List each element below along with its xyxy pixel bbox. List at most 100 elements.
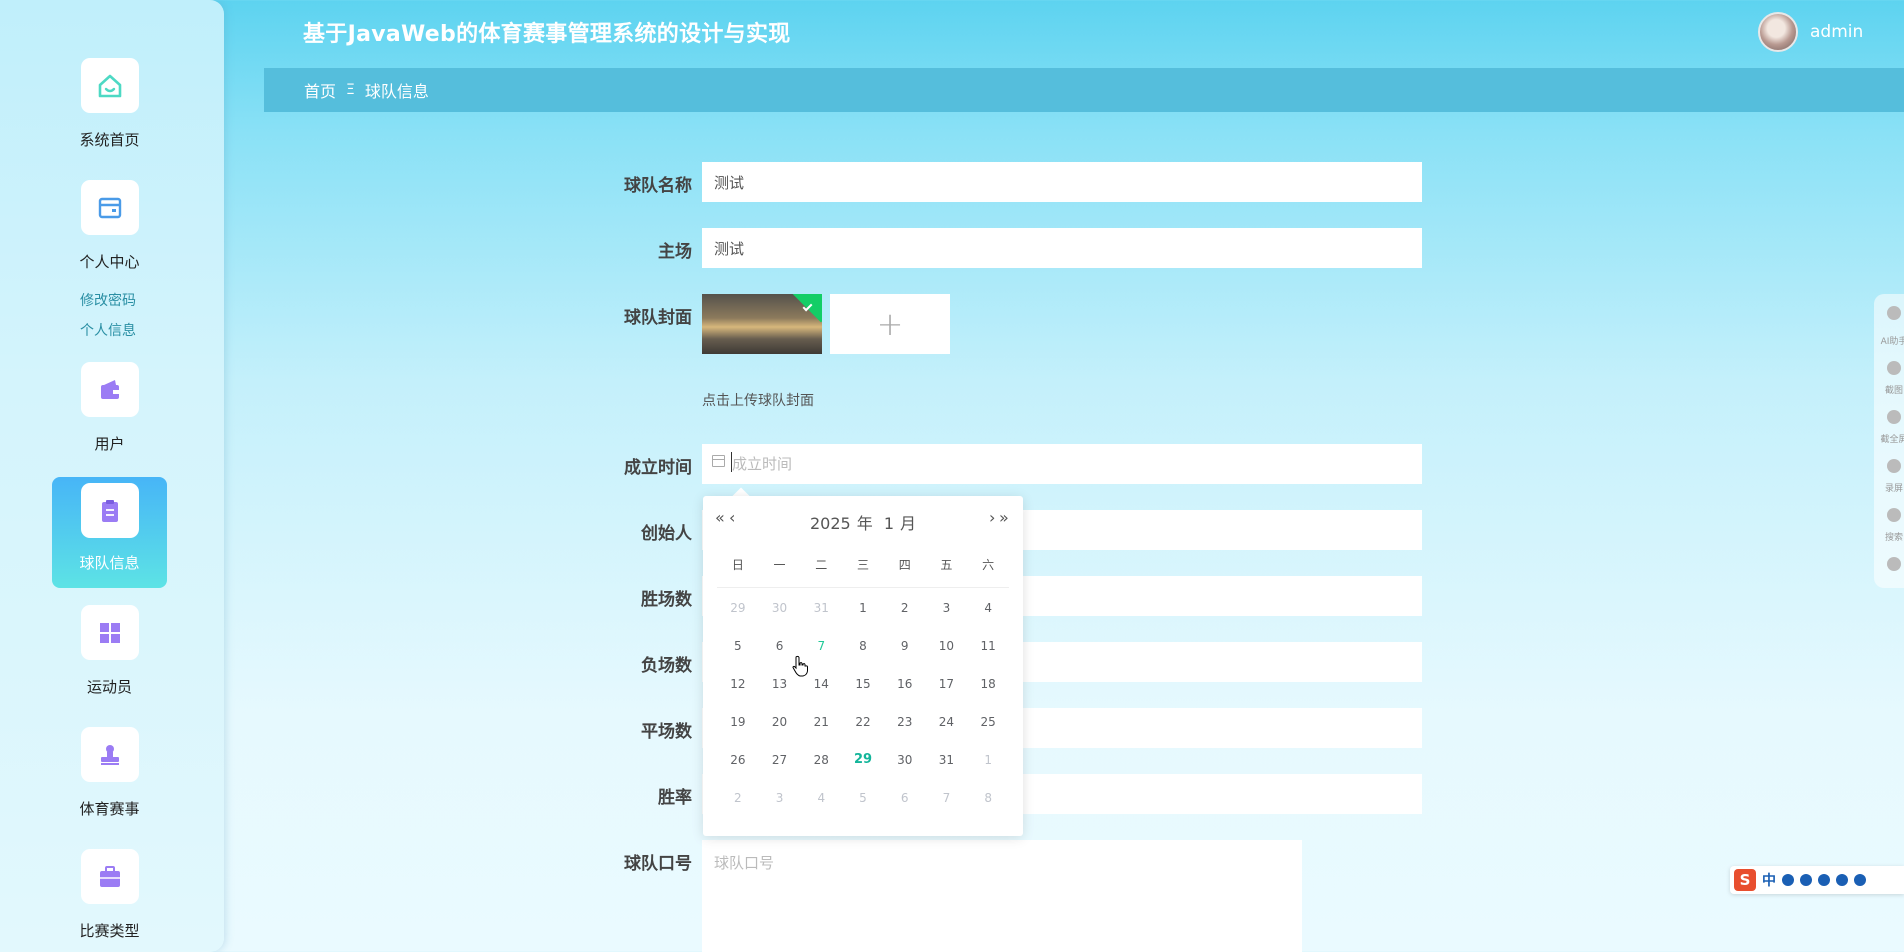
- settings-icon[interactable]: [1887, 557, 1901, 571]
- datepicker-month[interactable]: 1: [884, 514, 894, 533]
- calendar-day[interactable]: 19: [717, 711, 759, 749]
- calendar-day[interactable]: 13: [759, 673, 801, 711]
- search-icon[interactable]: [1887, 508, 1901, 522]
- calendar-day[interactable]: 21: [800, 711, 842, 749]
- card-icon-box: [80, 180, 139, 235]
- ft-label-screenshot[interactable]: 截图: [1885, 383, 1903, 396]
- prev-month-button[interactable]: ‹: [729, 508, 736, 527]
- datepicker-title: 2025 年 1月: [703, 510, 1023, 534]
- camera-icon[interactable]: [1887, 361, 1901, 375]
- calendar-day[interactable]: 1: [842, 597, 884, 635]
- sidebar-item-users[interactable]: 用户: [52, 356, 167, 454]
- wallet-icon-box: [80, 362, 139, 417]
- monitor-icon[interactable]: [1887, 410, 1901, 424]
- calendar-day[interactable]: 12: [717, 673, 759, 711]
- calendar-day[interactable]: 3: [926, 597, 968, 635]
- username[interactable]: admin: [1810, 22, 1863, 42]
- calendar-day[interactable]: 23: [884, 711, 926, 749]
- sidebar-item-team-info[interactable]: 球队信息: [52, 477, 167, 588]
- calendar-day[interactable]: 8: [842, 635, 884, 673]
- calendar-day[interactable]: 16: [884, 673, 926, 711]
- team-cover-label: 球队封面: [624, 308, 692, 328]
- calendar-day[interactable]: 22: [842, 711, 884, 749]
- personal-info-link[interactable]: 个人信息: [80, 320, 136, 340]
- calendar-day[interactable]: 28: [800, 749, 842, 787]
- ft-label-search[interactable]: 搜索: [1885, 530, 1903, 543]
- sidebar-item-athletes[interactable]: 运动员: [52, 599, 167, 697]
- calendar-day[interactable]: 30: [759, 597, 801, 635]
- calendar-day[interactable]: 25: [967, 711, 1009, 749]
- wallet-icon: [100, 379, 119, 399]
- sidebar-item-profile[interactable]: 个人中心: [52, 174, 167, 272]
- calendar-day[interactable]: 20: [759, 711, 801, 749]
- calendar-day[interactable]: 11: [967, 635, 1009, 673]
- calendar-day[interactable]: 30: [884, 749, 926, 787]
- ft-label-ai[interactable]: AI助手: [1881, 334, 1904, 347]
- punctuation-icon[interactable]: [1800, 874, 1812, 886]
- upload-cover-button[interactable]: +: [830, 294, 950, 354]
- team-name-input[interactable]: [702, 162, 1422, 202]
- record-icon[interactable]: [1887, 459, 1901, 473]
- heart-icon[interactable]: [1887, 306, 1901, 320]
- calendar-day[interactable]: 14: [800, 673, 842, 711]
- next-year-button[interactable]: »: [999, 508, 1009, 527]
- calendar-day[interactable]: 2: [717, 787, 759, 825]
- team-cover-thumbnail[interactable]: [702, 294, 822, 354]
- calendar-day[interactable]: 1: [967, 749, 1009, 787]
- draws-label: 平场数: [641, 722, 692, 742]
- weekday-header: 二: [815, 558, 828, 572]
- calendar-day[interactable]: 31: [926, 749, 968, 787]
- sidebar-item-home[interactable]: 系统首页: [52, 52, 167, 150]
- weekday-header: 日: [731, 558, 744, 572]
- sidebar-item-match-types[interactable]: 比赛类型: [52, 843, 167, 941]
- app-title: 基于JavaWeb的体育赛事管理系统的设计与实现: [303, 22, 791, 47]
- calendar-day[interactable]: 17: [926, 673, 968, 711]
- calendar-day[interactable]: 31: [800, 597, 842, 635]
- founded-date-input[interactable]: [702, 444, 1422, 484]
- calendar-day[interactable]: 4: [800, 787, 842, 825]
- datepicker-year[interactable]: 2025: [810, 514, 851, 533]
- calendar-day[interactable]: 27: [759, 749, 801, 787]
- datepicker-month-unit: 月: [900, 514, 917, 533]
- calendar-day[interactable]: 8: [967, 787, 1009, 825]
- sidebar-item-label: 运动员: [86, 678, 132, 696]
- skin-icon[interactable]: [1836, 874, 1848, 886]
- calendar-day[interactable]: 10: [926, 635, 968, 673]
- ime-toolbar[interactable]: S 中: [1730, 866, 1904, 894]
- briefcase-icon-box: [80, 849, 139, 904]
- change-password-link[interactable]: 修改密码: [80, 290, 136, 310]
- slogan-textarea[interactable]: [702, 840, 1302, 952]
- calendar-day[interactable]: 26: [717, 749, 759, 787]
- avatar[interactable]: [1758, 12, 1798, 52]
- calendar-day[interactable]: 29: [717, 597, 759, 635]
- calendar-day[interactable]: 15: [842, 673, 884, 711]
- founder-label: 创始人: [641, 524, 692, 544]
- user-menu[interactable]: admin: [1758, 12, 1863, 52]
- breadcrumb-home[interactable]: 首页: [304, 78, 336, 102]
- ime-mode[interactable]: 中: [1762, 870, 1776, 890]
- calendar-day[interactable]: 7: [926, 787, 968, 825]
- ft-label-fullscreen[interactable]: 截全屏: [1880, 432, 1904, 445]
- calendar-day[interactable]: 24: [926, 711, 968, 749]
- sidebar-item-events[interactable]: 体育赛事: [52, 721, 167, 819]
- clipboard-icon: [101, 499, 118, 522]
- shirt-icon[interactable]: [1854, 874, 1866, 886]
- sogou-logo-icon[interactable]: S: [1734, 869, 1756, 891]
- keyboard-icon[interactable]: [1818, 874, 1830, 886]
- prev-year-button[interactable]: «: [715, 508, 725, 527]
- breadcrumb: 首页 Ξ 球队信息: [264, 68, 1904, 112]
- next-month-button[interactable]: ›: [989, 508, 996, 527]
- moon-icon[interactable]: [1782, 874, 1794, 886]
- calendar-day[interactable]: 18: [967, 673, 1009, 711]
- home-field-input[interactable]: [702, 228, 1422, 268]
- calendar-day[interactable]: 5: [842, 787, 884, 825]
- calendar-day[interactable]: 2: [884, 597, 926, 635]
- calendar-day[interactable]: 9: [884, 635, 926, 673]
- hand-cursor-icon: [792, 655, 808, 677]
- calendar-day[interactable]: 4: [967, 597, 1009, 635]
- calendar-day[interactable]: 6: [884, 787, 926, 825]
- calendar-day[interactable]: 5: [717, 635, 759, 673]
- calendar-day[interactable]: 3: [759, 787, 801, 825]
- ft-label-record[interactable]: 录屏: [1885, 481, 1903, 494]
- calendar-day[interactable]: 29: [842, 749, 884, 787]
